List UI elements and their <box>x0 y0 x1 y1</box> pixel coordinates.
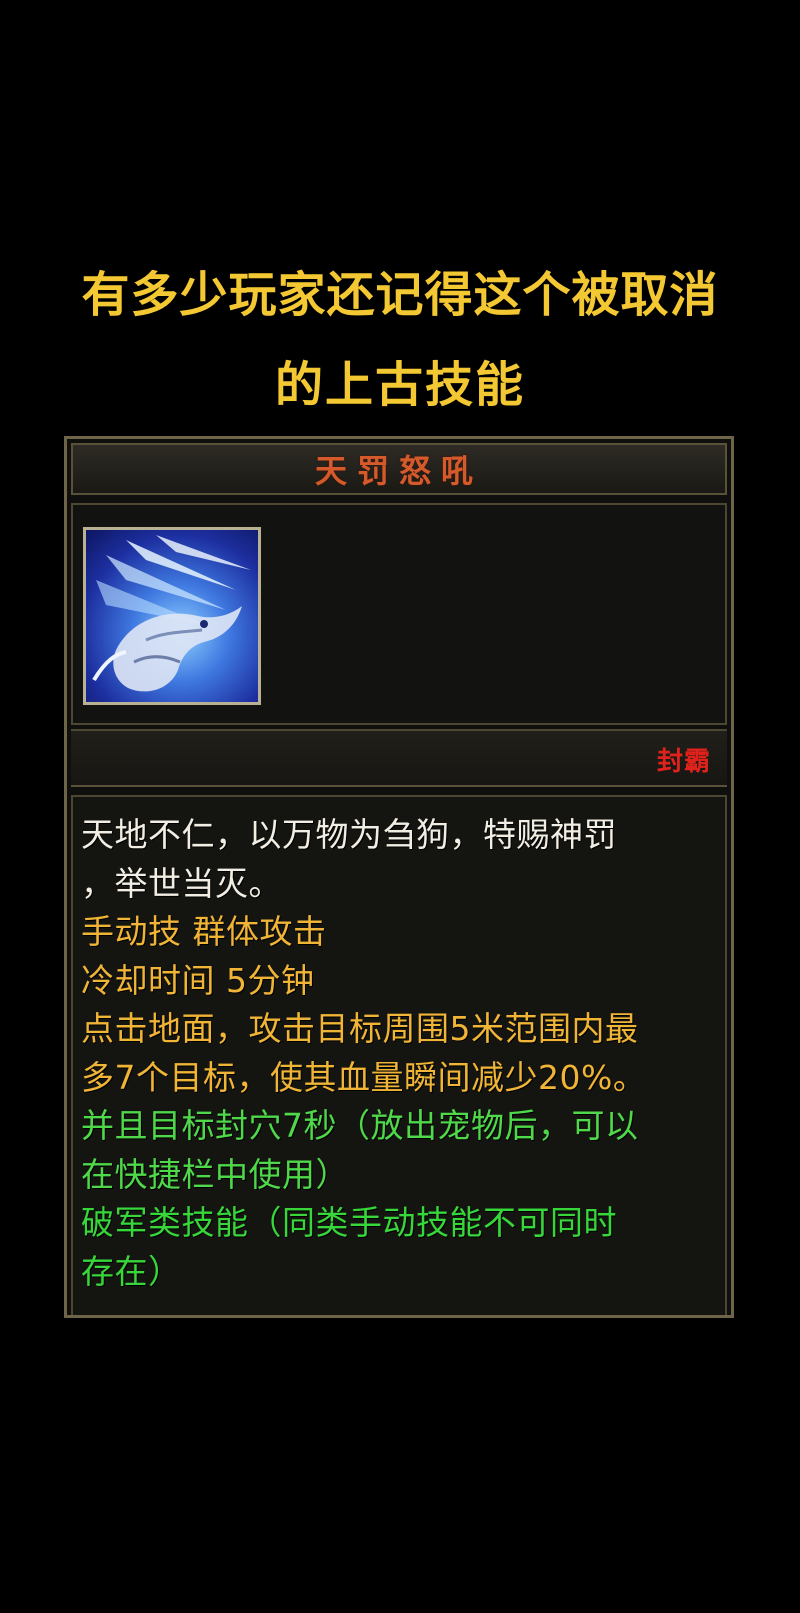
description-line: 多7个目标，使其血量瞬间减少20%。 <box>81 1057 647 1097</box>
skill-description: 天地不仁，以万物为刍狗，特赐神罚 ，举世当灭。 手动技 群体攻击 冷却时间 5分… <box>71 795 727 1315</box>
description-line: 天地不仁，以万物为刍狗，特赐神罚 <box>81 815 617 854</box>
dragon-icon[interactable] <box>83 527 261 705</box>
headline-line-1: 有多少玩家还记得这个被取消 <box>81 267 719 323</box>
headline-line-2: 的上古技能 <box>274 357 525 413</box>
description-line: 手动技 群体攻击 <box>81 912 327 951</box>
description-line: 并且目标封穴7秒（放出宠物后，可以 <box>81 1106 639 1145</box>
skill-title-bar: 天罚怒吼 <box>71 443 727 495</box>
skill-icon-area <box>71 503 727 725</box>
skill-status-bar: 封霸 <box>71 729 727 787</box>
skill-status-label: 封霸 <box>656 747 711 777</box>
description-line: 冷却时间 5分钟 <box>81 960 315 1000</box>
skill-tooltip-panel: 天罚怒吼 封霸 天地不仁，以万物为刍狗，特赐神罚 ，举世当灭。 手动技 群体攻击 <box>64 436 734 1318</box>
description-line: 点击地面，攻击目标周围5米范围内最 <box>81 1009 639 1048</box>
description-line: 在快捷栏中使用） <box>81 1154 349 1194</box>
description-line: ，举世当灭。 <box>81 863 282 903</box>
description-line: 破军类技能（同类手动技能不可同时 <box>81 1203 617 1242</box>
skill-name: 天罚怒吼 <box>314 452 483 490</box>
description-line: 存在） <box>81 1251 182 1291</box>
